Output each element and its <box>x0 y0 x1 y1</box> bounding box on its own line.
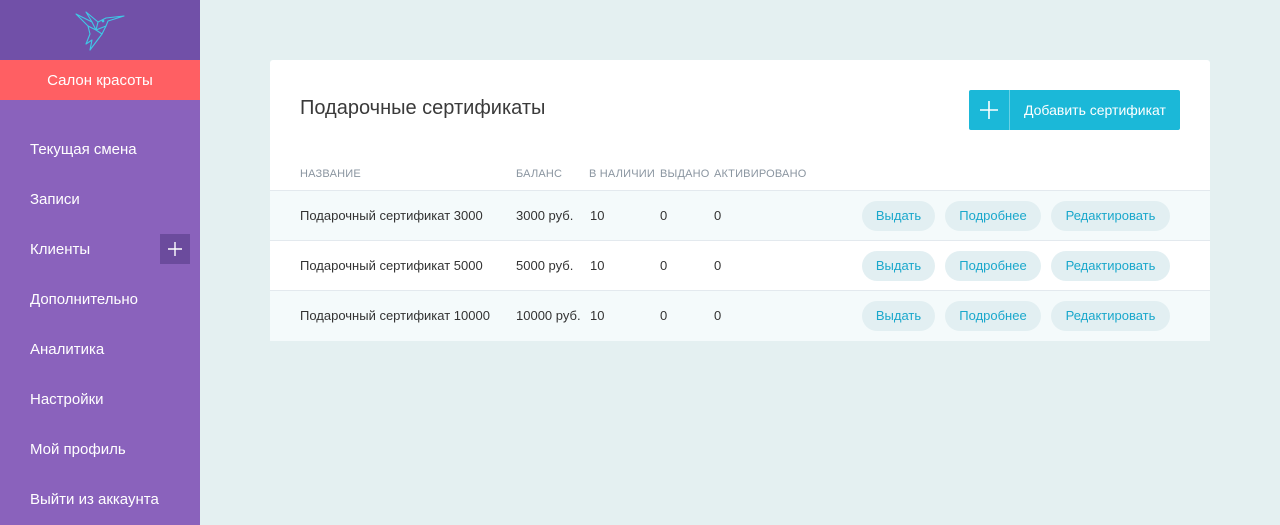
table-row: Подарочный сертификат 10000 10000 руб. 1… <box>270 291 1210 341</box>
sidebar-item-label: Дополнительно <box>30 290 138 308</box>
edit-button[interactable]: Редактировать <box>1051 251 1170 281</box>
add-client-button[interactable] <box>160 234 190 264</box>
logo-area <box>0 0 200 60</box>
add-certificate-label: Добавить сертификат <box>1024 102 1166 118</box>
column-header-name[interactable]: НАЗВАНИЕ <box>300 168 361 180</box>
edit-button[interactable]: Редактировать <box>1051 201 1170 231</box>
details-button[interactable]: Подробнее <box>945 251 1041 281</box>
sidebar-item-current-shift[interactable]: Текущая смена <box>0 124 200 174</box>
issue-button[interactable]: Выдать <box>862 301 935 331</box>
hummingbird-icon[interactable] <box>72 8 128 52</box>
cell-issued: 0 <box>660 208 668 223</box>
page-title: Подарочные сертификаты <box>300 97 546 119</box>
sidebar-item-label: Мой профиль <box>30 440 126 458</box>
table-row: Подарочный сертификат 5000 5000 руб. 10 … <box>270 241 1210 291</box>
certificates-table-body: Подарочный сертификат 3000 3000 руб. 10 … <box>270 191 1210 341</box>
column-header-balance[interactable]: БАЛАНС <box>516 168 562 180</box>
sidebar: Салон красоты Текущая смена Записи Клиен… <box>0 0 200 525</box>
details-button[interactable]: Подробнее <box>945 201 1041 231</box>
column-header-in-stock[interactable]: В НАЛИЧИИ <box>589 168 655 180</box>
cell-issued: 0 <box>660 308 668 323</box>
details-button[interactable]: Подробнее <box>945 301 1041 331</box>
cell-in-stock: 10 <box>590 258 605 273</box>
sidebar-item-analytics[interactable]: Аналитика <box>0 324 200 374</box>
sidebar-item-profile[interactable]: Мой профиль <box>0 424 200 474</box>
sidebar-item-label: Аналитика <box>30 340 105 358</box>
sidebar-item-settings[interactable]: Настройки <box>0 374 200 424</box>
table-header: НАЗВАНИЕ БАЛАНС В НАЛИЧИИ ВЫДАНО АКТИВИР… <box>270 166 1210 191</box>
sidebar-nav: Текущая смена Записи Клиенты Дополнитель… <box>0 124 200 524</box>
cell-in-stock: 10 <box>590 308 605 323</box>
sidebar-item-label: Клиенты <box>30 240 91 258</box>
sidebar-item-appointments[interactable]: Записи <box>0 174 200 224</box>
sidebar-item-clients[interactable]: Клиенты <box>0 224 200 274</box>
salon-name[interactable]: Салон красоты <box>0 60 200 100</box>
cell-balance: 10000 руб. <box>516 308 581 323</box>
sidebar-item-additional[interactable]: Дополнительно <box>0 274 200 324</box>
cell-name: Подарочный сертификат 5000 <box>300 258 483 273</box>
edit-button[interactable]: Редактировать <box>1051 301 1170 331</box>
cell-balance: 3000 руб. <box>516 208 574 223</box>
cell-balance: 5000 руб. <box>516 258 574 273</box>
sidebar-item-label: Записи <box>30 190 80 208</box>
sidebar-item-logout[interactable]: Выйти из аккаунта <box>0 474 200 524</box>
column-header-activated[interactable]: АКТИВИРОВАНО <box>714 168 806 180</box>
sidebar-item-label: Текущая смена <box>30 140 137 158</box>
cell-name: Подарочный сертификат 10000 <box>300 308 490 323</box>
add-certificate-button[interactable]: Добавить сертификат <box>969 90 1180 130</box>
table-row: Подарочный сертификат 3000 3000 руб. 10 … <box>270 191 1210 241</box>
sidebar-item-label: Выйти из аккаунта <box>30 490 159 508</box>
issue-button[interactable]: Выдать <box>862 201 935 231</box>
column-header-issued[interactable]: ВЫДАНО <box>660 168 710 180</box>
sidebar-item-label: Настройки <box>30 390 104 408</box>
cell-activated: 0 <box>714 308 722 323</box>
certificates-card: Подарочные сертификаты Добавить сертифик… <box>270 60 1210 341</box>
issue-button[interactable]: Выдать <box>862 251 935 281</box>
cell-name: Подарочный сертификат 3000 <box>300 208 483 223</box>
plus-icon <box>168 242 182 256</box>
cell-activated: 0 <box>714 258 722 273</box>
cell-issued: 0 <box>660 258 668 273</box>
cell-activated: 0 <box>714 208 722 223</box>
add-button-icon-wrap <box>969 90 1010 130</box>
plus-icon <box>980 101 998 119</box>
cell-in-stock: 10 <box>590 208 605 223</box>
